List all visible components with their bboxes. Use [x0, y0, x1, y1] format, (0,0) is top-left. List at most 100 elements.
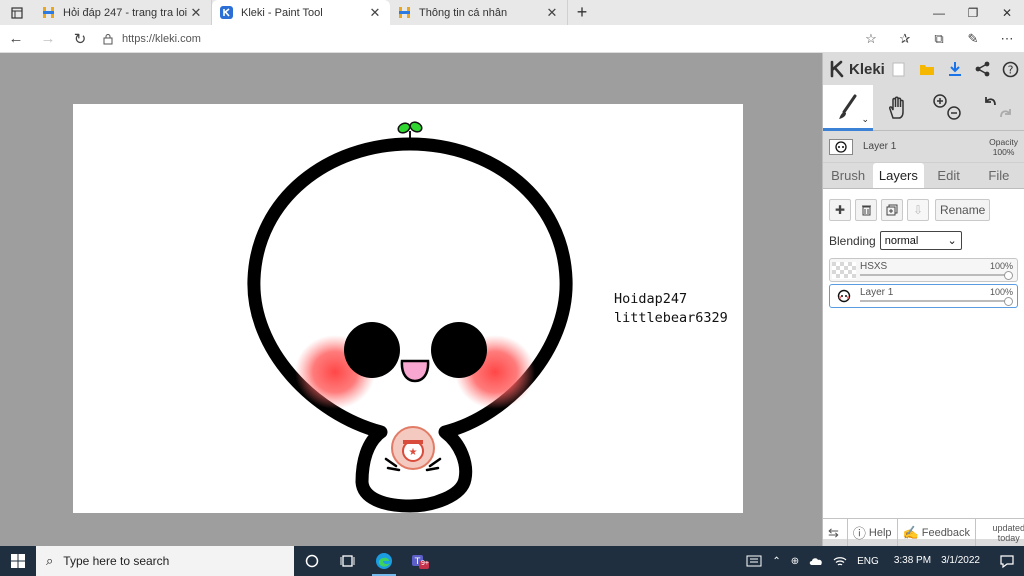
forward-arrow-icon[interactable]: → — [32, 30, 64, 47]
back-arrow-icon[interactable]: ← — [0, 30, 32, 47]
meet-now-icon[interactable]: ⊕ — [786, 556, 804, 567]
rename-button[interactable]: Rename — [935, 199, 991, 221]
zoom-tool-button[interactable] — [923, 85, 973, 131]
tab-kleki[interactable]: Kleki - Paint Tool ✕ — [212, 0, 390, 25]
edge-icon — [376, 553, 392, 569]
help-button[interactable]: ⓘ Help — [848, 518, 898, 547]
slider-handle[interactable] — [1004, 271, 1013, 280]
canvas-workspace[interactable]: ★ Hoidap247 littlebear6329 — [0, 53, 822, 546]
layer-item-hsxs[interactable]: HSXS 100% — [829, 258, 1018, 282]
swap-arrows-icon: ⇆ — [828, 524, 839, 540]
window-controls: — ❐ ✕ — [922, 0, 1024, 25]
trash-icon — [861, 205, 871, 216]
drawing-canvas[interactable]: ★ Hoidap247 littlebear6329 — [73, 104, 743, 513]
chevron-up-icon[interactable]: ⌃ — [767, 556, 785, 567]
add-favorite-icon[interactable]: ☆ — [854, 31, 888, 47]
kleki-favicon-icon — [220, 6, 233, 19]
left-eye — [344, 322, 400, 378]
extension-icon[interactable]: ✎ — [956, 31, 990, 47]
canvas-text-line: Hoidap247 — [614, 291, 688, 307]
refresh-icon[interactable]: ↻ — [64, 30, 96, 48]
cortana-button[interactable] — [294, 546, 330, 576]
close-tab-icon[interactable]: ✕ — [368, 5, 382, 21]
new-image-icon[interactable] — [885, 55, 913, 83]
notification-area-icon[interactable] — [741, 555, 767, 567]
swap-side-button[interactable]: ⇆ — [823, 518, 848, 547]
slider-handle[interactable] — [1004, 297, 1013, 306]
layer-opacity: 100% — [989, 261, 1013, 271]
hand-icon — [889, 96, 904, 119]
close-window-icon[interactable]: ✕ — [990, 0, 1024, 25]
brush-tool-button[interactable]: ⌄ — [823, 85, 873, 131]
tab-edit[interactable]: Edit — [924, 163, 974, 188]
undo-redo-icon — [985, 97, 1011, 118]
tab-brush[interactable]: Brush — [823, 163, 873, 188]
merge-down-icon: ⇩ — [912, 203, 924, 217]
download-icon[interactable] — [941, 55, 969, 83]
kleki-footer: ⇆ ⓘ Help ✍ Feedback updated today — [823, 518, 1024, 547]
svg-text:★: ★ — [409, 447, 418, 458]
clock[interactable]: 3:38 PM 3/1/2022 — [884, 555, 990, 567]
close-tab-icon[interactable]: ✕ — [545, 5, 559, 21]
windows-taskbar: ⌕ Type here to search T 9+ ⌃ ⊕ ENG 3:38 … — [0, 546, 1024, 576]
task-view-button[interactable] — [330, 546, 366, 576]
kleki-logo-icon — [830, 60, 844, 78]
canvas-text-line: littlebear6329 — [614, 310, 728, 326]
open-folder-icon[interactable] — [913, 55, 941, 83]
close-tab-icon[interactable]: ✕ — [189, 5, 203, 21]
teams-taskbar-button[interactable]: T 9+ — [402, 546, 438, 576]
windows-logo-icon — [11, 554, 25, 568]
cloud-icon[interactable] — [804, 557, 828, 566]
layer-opacity-slider[interactable] — [860, 274, 1009, 276]
notifications-icon[interactable] — [990, 554, 1024, 568]
help-circle-icon[interactable]: ? — [997, 55, 1024, 83]
updated-line: today — [997, 532, 1020, 543]
tab-hoidap247[interactable]: Hỏi đáp 247 - trang tra loi ✕ — [34, 0, 212, 25]
favorites-icon[interactable]: ✰ — [888, 31, 922, 47]
cortana-icon — [305, 554, 319, 568]
hoidap-favicon-icon — [43, 7, 54, 18]
address-bar: ← → ↻ https://kleki.com ☆ ✰ ⧉ ✎ ⋯ — [0, 25, 1024, 53]
tab-title: Hỏi đáp 247 - trang tra loi — [63, 6, 188, 19]
share-icon[interactable] — [969, 55, 997, 83]
edge-taskbar-button[interactable] — [366, 546, 402, 576]
hand-tool-button[interactable] — [873, 85, 923, 131]
add-layer-button[interactable]: ✚ — [829, 199, 851, 221]
updated-link[interactable]: updated today — [992, 523, 1024, 543]
tab-title: Kleki - Paint Tool — [241, 6, 323, 19]
layer-opacity-slider[interactable] — [860, 300, 1009, 302]
undo-redo-button[interactable] — [973, 85, 1023, 131]
tab-file[interactable]: File — [974, 163, 1024, 188]
clock-time: 3:38 PM — [893, 555, 932, 566]
layer-item-layer-1[interactable]: Layer 1 100% — [829, 284, 1018, 308]
new-tab-button[interactable]: + — [568, 0, 596, 25]
feedback-button[interactable]: ✍ Feedback — [898, 518, 977, 547]
tab-thong-tin[interactable]: Thông tin cá nhân ✕ — [390, 0, 568, 25]
collections-icon[interactable]: ⧉ — [922, 31, 956, 47]
lock-icon — [103, 33, 113, 44]
tab-layers[interactable]: Layers — [873, 163, 924, 188]
wifi-icon[interactable] — [828, 556, 852, 567]
start-button[interactable] — [0, 546, 36, 576]
minimize-icon[interactable]: — — [922, 0, 956, 25]
layer-thumbnail — [832, 288, 856, 305]
merge-down-button[interactable]: ⇩ — [907, 199, 929, 221]
chevron-down-icon[interactable]: ⌄ — [861, 114, 869, 125]
mouth — [400, 359, 430, 383]
duplicate-layer-button[interactable] — [881, 199, 903, 221]
blending-select[interactable]: normal ⌄ — [879, 231, 962, 250]
system-tray: ⌃ ⊕ ENG 3:38 PM 3/1/2022 — [741, 554, 1024, 568]
delete-layer-button[interactable] — [855, 199, 877, 221]
taskbar-search-input[interactable]: ⌕ Type here to search — [36, 546, 294, 576]
kleki-logo: Kleki — [829, 60, 885, 78]
tab-actions-button[interactable] — [0, 0, 34, 25]
language-indicator[interactable]: ENG — [852, 556, 884, 567]
help-label: Help — [868, 526, 892, 539]
restore-icon[interactable]: ❐ — [956, 0, 990, 25]
more-menu-icon[interactable]: ⋯ — [990, 31, 1024, 47]
svg-text:?: ? — [1008, 63, 1014, 76]
url-field[interactable]: https://kleki.com — [102, 28, 832, 50]
updated-line: updated — [992, 522, 1024, 533]
opacity-readout: Opacity 100% — [989, 137, 1018, 157]
canvas-watermark-text: Hoidap247 littlebear6329 — [614, 290, 728, 328]
